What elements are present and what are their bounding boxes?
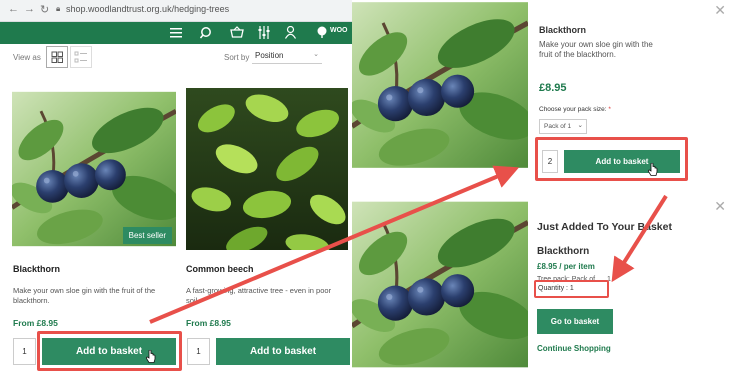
added-product-title: Blackthorn — [537, 246, 590, 257]
product-name[interactable]: Common beech — [186, 264, 254, 274]
logo-text: WOO — [330, 27, 348, 34]
quick-view-title: Blackthorn — [539, 25, 587, 35]
tree-logo-icon — [317, 26, 327, 38]
close-icon[interactable]: ✕ — [714, 2, 726, 19]
just-added-heading: Just Added To Your Basket — [537, 221, 672, 233]
site-header: WOO — [0, 22, 352, 44]
account-icon[interactable] — [285, 26, 296, 39]
back-button[interactable]: ← — [8, 3, 19, 15]
close-icon[interactable]: ✕ — [714, 198, 726, 215]
quick-view-description-line: fruit of the blackthorn. — [539, 50, 616, 59]
add-to-basket-button[interactable]: Add to basket — [216, 338, 350, 365]
product-description-line: soil — [186, 296, 198, 305]
view-as-label: View as — [13, 53, 41, 62]
highlight-box — [535, 137, 688, 181]
best-seller-badge: Best seller — [122, 227, 172, 244]
product-name[interactable]: Blackthorn — [13, 264, 60, 274]
reload-button[interactable]: ↻ — [40, 3, 49, 16]
pack-size-label-text: Choose your pack size: — [539, 106, 607, 113]
continue-shopping-link[interactable]: Continue Shopping — [537, 344, 611, 353]
forward-button[interactable]: → — [24, 3, 35, 15]
menu-icon[interactable] — [170, 27, 182, 38]
sort-select[interactable]: Position ⌄ — [252, 49, 322, 64]
quick-view-price: £8.95 — [539, 82, 567, 94]
quantity-input[interactable]: 1 — [13, 338, 36, 365]
filter-icon[interactable] — [258, 26, 270, 39]
search-icon[interactable] — [200, 26, 213, 39]
grid-icon — [51, 51, 63, 63]
pointer-cursor-icon — [146, 350, 156, 363]
lock-icon: 🔒︎ — [56, 4, 61, 13]
product-image-common-beech[interactable] — [186, 88, 348, 250]
sort-value: Position — [255, 51, 284, 60]
product-image-blackthorn[interactable]: Best seller — [12, 88, 176, 250]
quick-view-description-line: Make your own sloe gin with the — [539, 40, 653, 49]
list-view-button[interactable] — [70, 46, 92, 68]
pack-size-value: Pack of 1 — [544, 123, 572, 130]
list-icon — [74, 51, 87, 63]
quick-view-panel: ✕ Blackthorn Make your own sloe gin with… — [352, 0, 730, 194]
pack-size-label: Choose your pack size: * — [539, 106, 611, 113]
browser-bar: ← → ↻ 🔒︎ shop.woodlandtrust.org.uk/hedgi… — [0, 0, 352, 22]
highlight-box — [534, 280, 609, 298]
pack-size-select[interactable]: Pack of 1 ⌄ — [539, 119, 587, 134]
product-description: Make your own sloe gin with the fruit of… — [13, 286, 156, 305]
go-to-basket-button[interactable]: Go to basket — [537, 309, 613, 334]
just-added-image — [352, 196, 528, 373]
product-price: From £8.95 — [13, 318, 58, 328]
product-description-line: A fast-growing, attractive tree - even i… — [186, 286, 332, 295]
added-price: £8.95 / per item — [537, 262, 595, 271]
address-bar[interactable]: shop.woodlandtrust.org.uk/hedging-trees — [66, 4, 229, 14]
just-added-panel: ✕ Just Added To Your Basket Blackthorn £… — [352, 196, 730, 373]
chevron-down-icon: ⌄ — [313, 51, 319, 58]
grid-view-button[interactable] — [46, 46, 68, 68]
listing-toolbar: View as Sort by Position ⌄ — [0, 44, 352, 72]
highlight-box — [37, 331, 182, 371]
pointer-cursor-icon — [648, 163, 658, 176]
product-price: From £8.95 — [186, 318, 231, 328]
basket-icon[interactable] — [230, 26, 244, 39]
chevron-down-icon: ⌄ — [577, 122, 583, 129]
required-mark: * — [608, 106, 611, 113]
quantity-input[interactable]: 1 — [187, 338, 210, 365]
quick-view-image — [352, 0, 528, 170]
sort-by-label: Sort by — [224, 53, 250, 62]
